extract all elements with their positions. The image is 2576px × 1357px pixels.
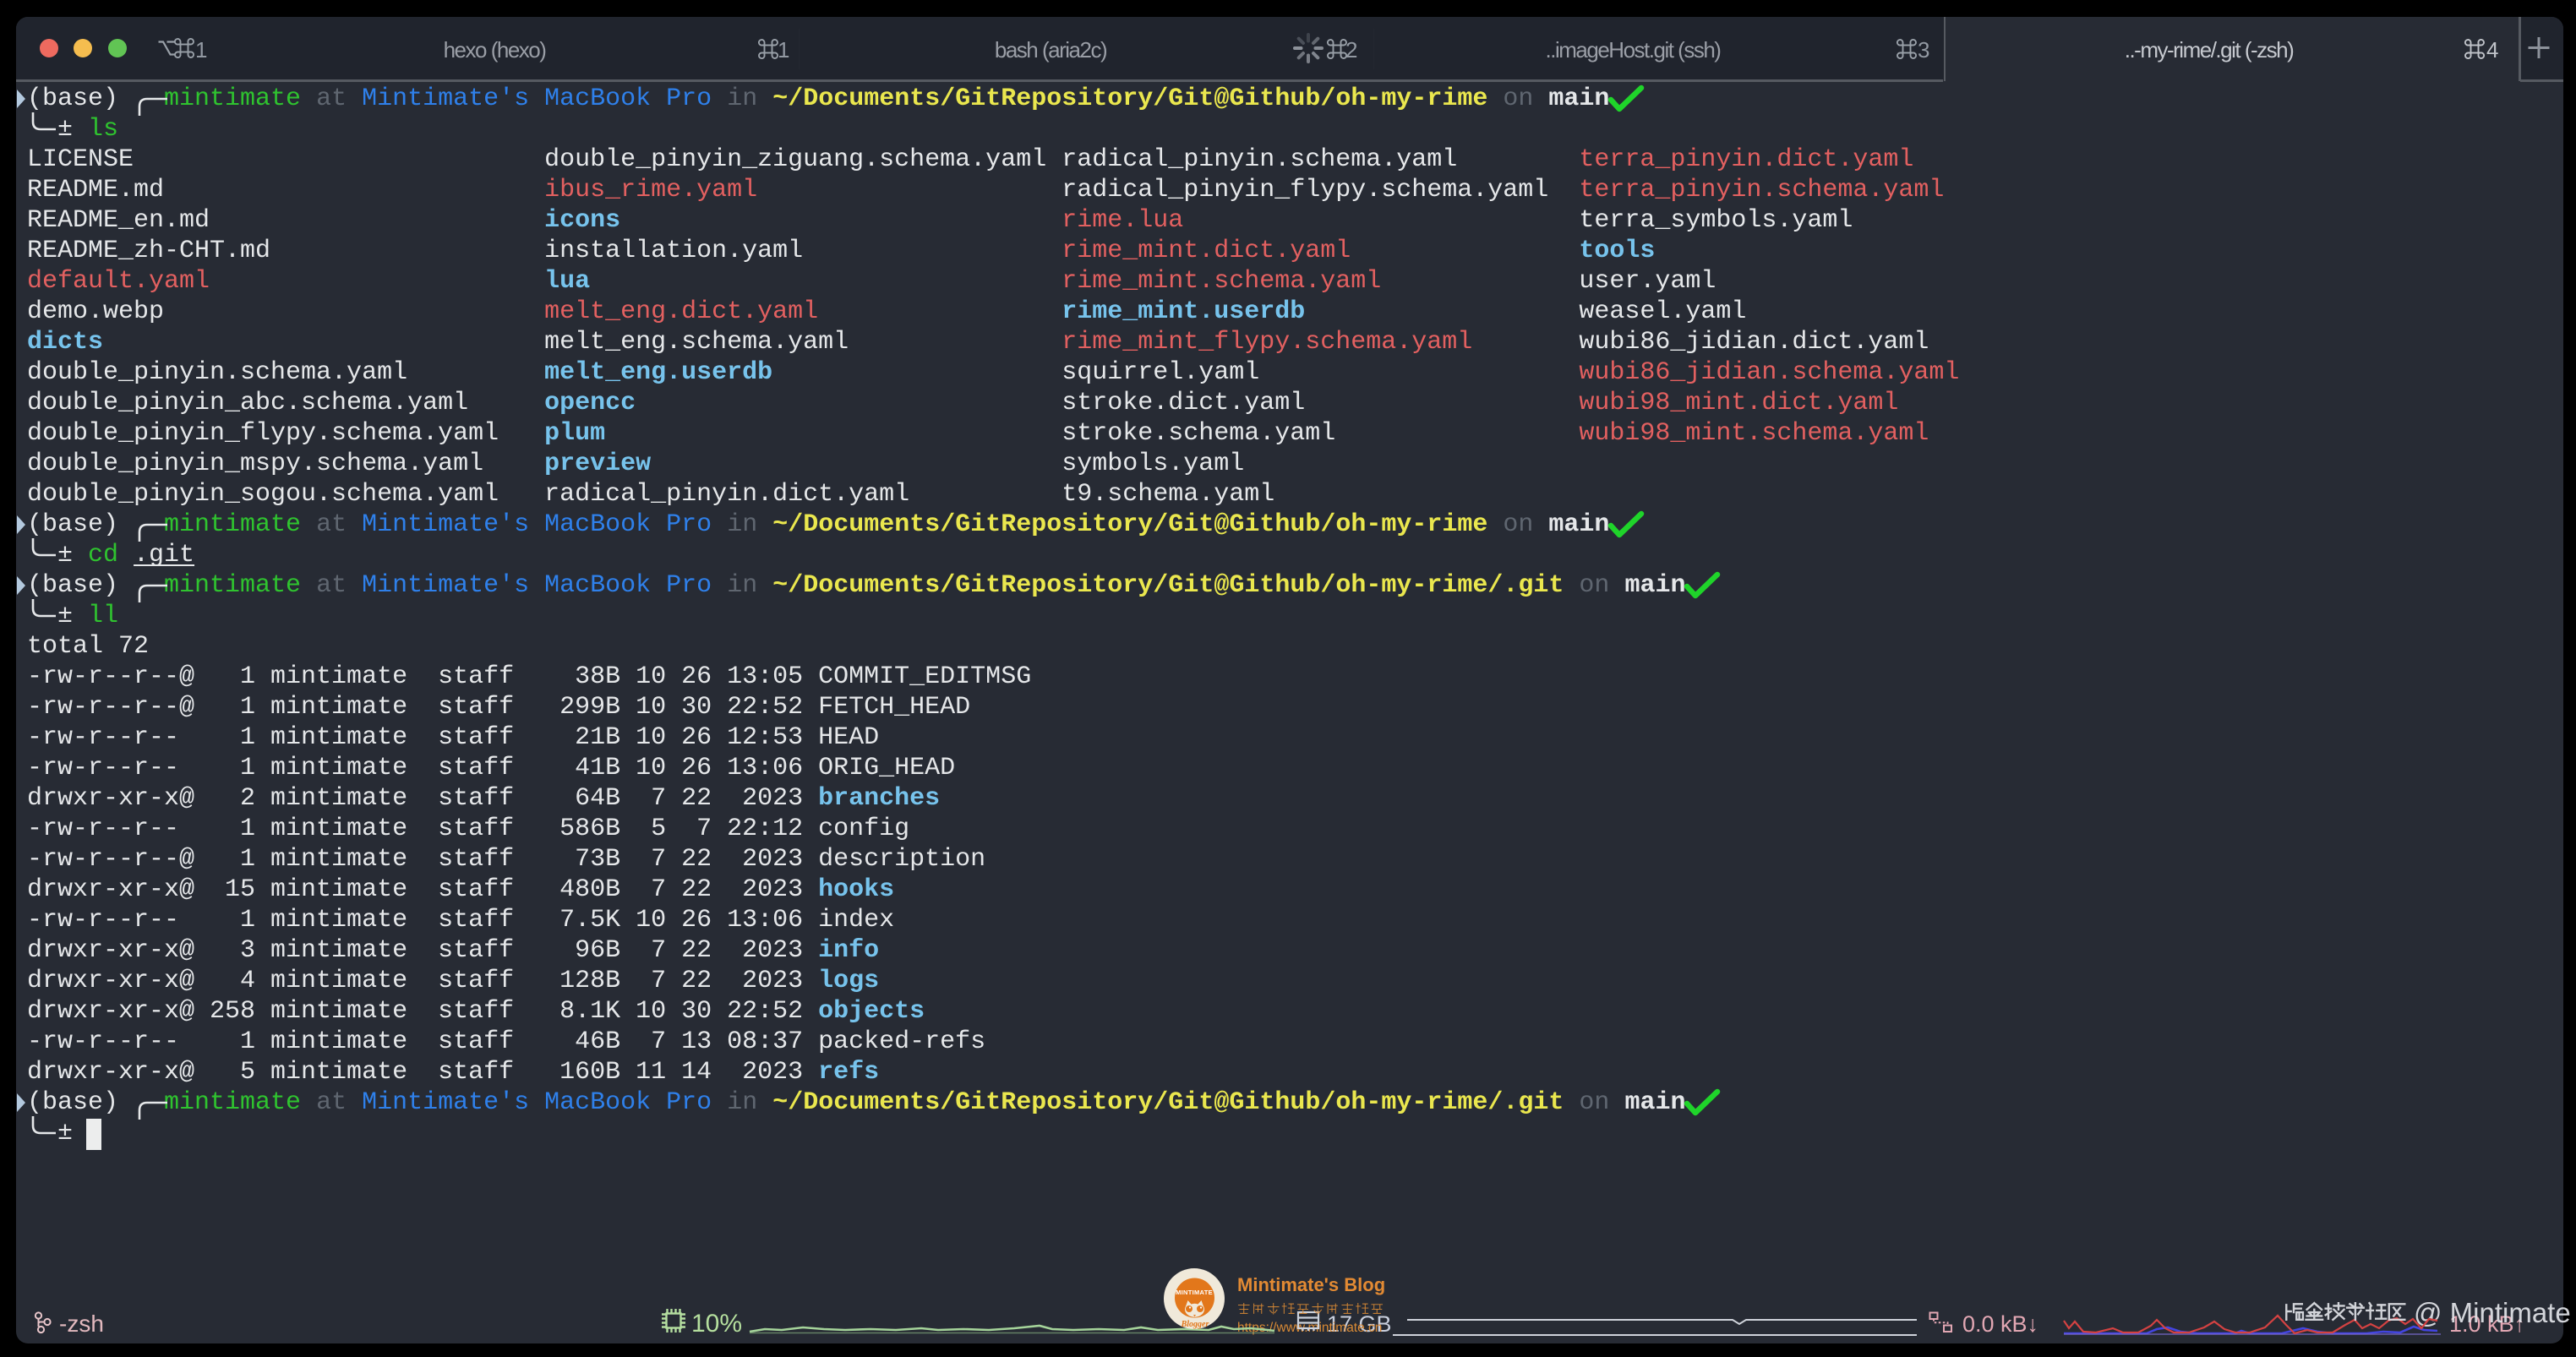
svg-text:Blogger: Blogger: [1181, 1320, 1209, 1329]
svg-text:MINTIMATE: MINTIMATE: [1176, 1289, 1213, 1296]
